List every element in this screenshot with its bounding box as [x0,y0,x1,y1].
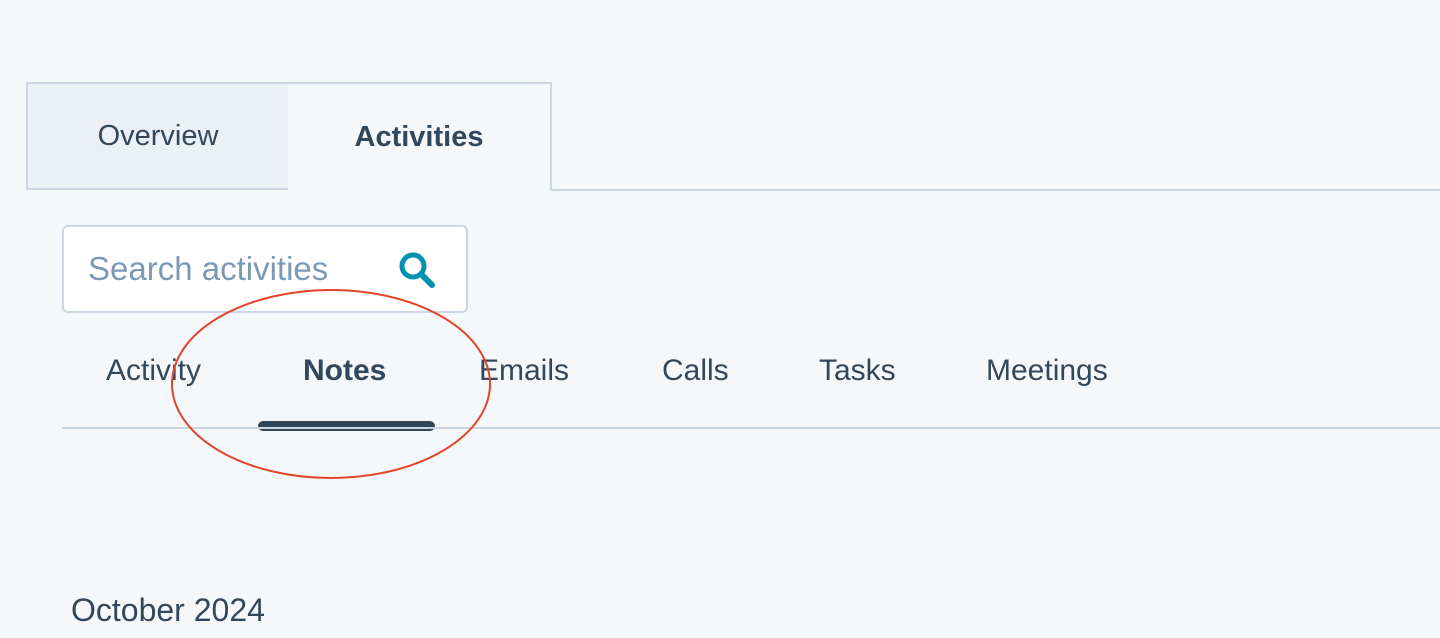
sub-tabs-divider [62,427,1440,429]
month-heading: October 2024 [71,592,265,628]
tab-emails[interactable]: Emails [479,354,569,388]
tab-overview[interactable]: Overview [26,82,290,190]
active-tab-indicator [258,421,435,431]
tab-calls[interactable]: Calls [662,354,729,388]
tab-activity[interactable]: Activity [106,354,201,388]
search-box[interactable] [62,225,468,313]
search-input[interactable] [88,250,388,288]
tab-notes[interactable]: Notes [303,354,386,388]
tab-meetings[interactable]: Meetings [986,354,1108,388]
tab-tasks[interactable]: Tasks [819,354,896,388]
tab-activities[interactable]: Activities [288,82,552,192]
search-icon[interactable] [398,251,436,289]
activity-filter-tabs: Activity Notes Emails Calls Tasks Meetin… [62,340,1440,431]
record-tabs: Overview Activities [26,82,552,192]
tabs-divider [552,189,1440,191]
